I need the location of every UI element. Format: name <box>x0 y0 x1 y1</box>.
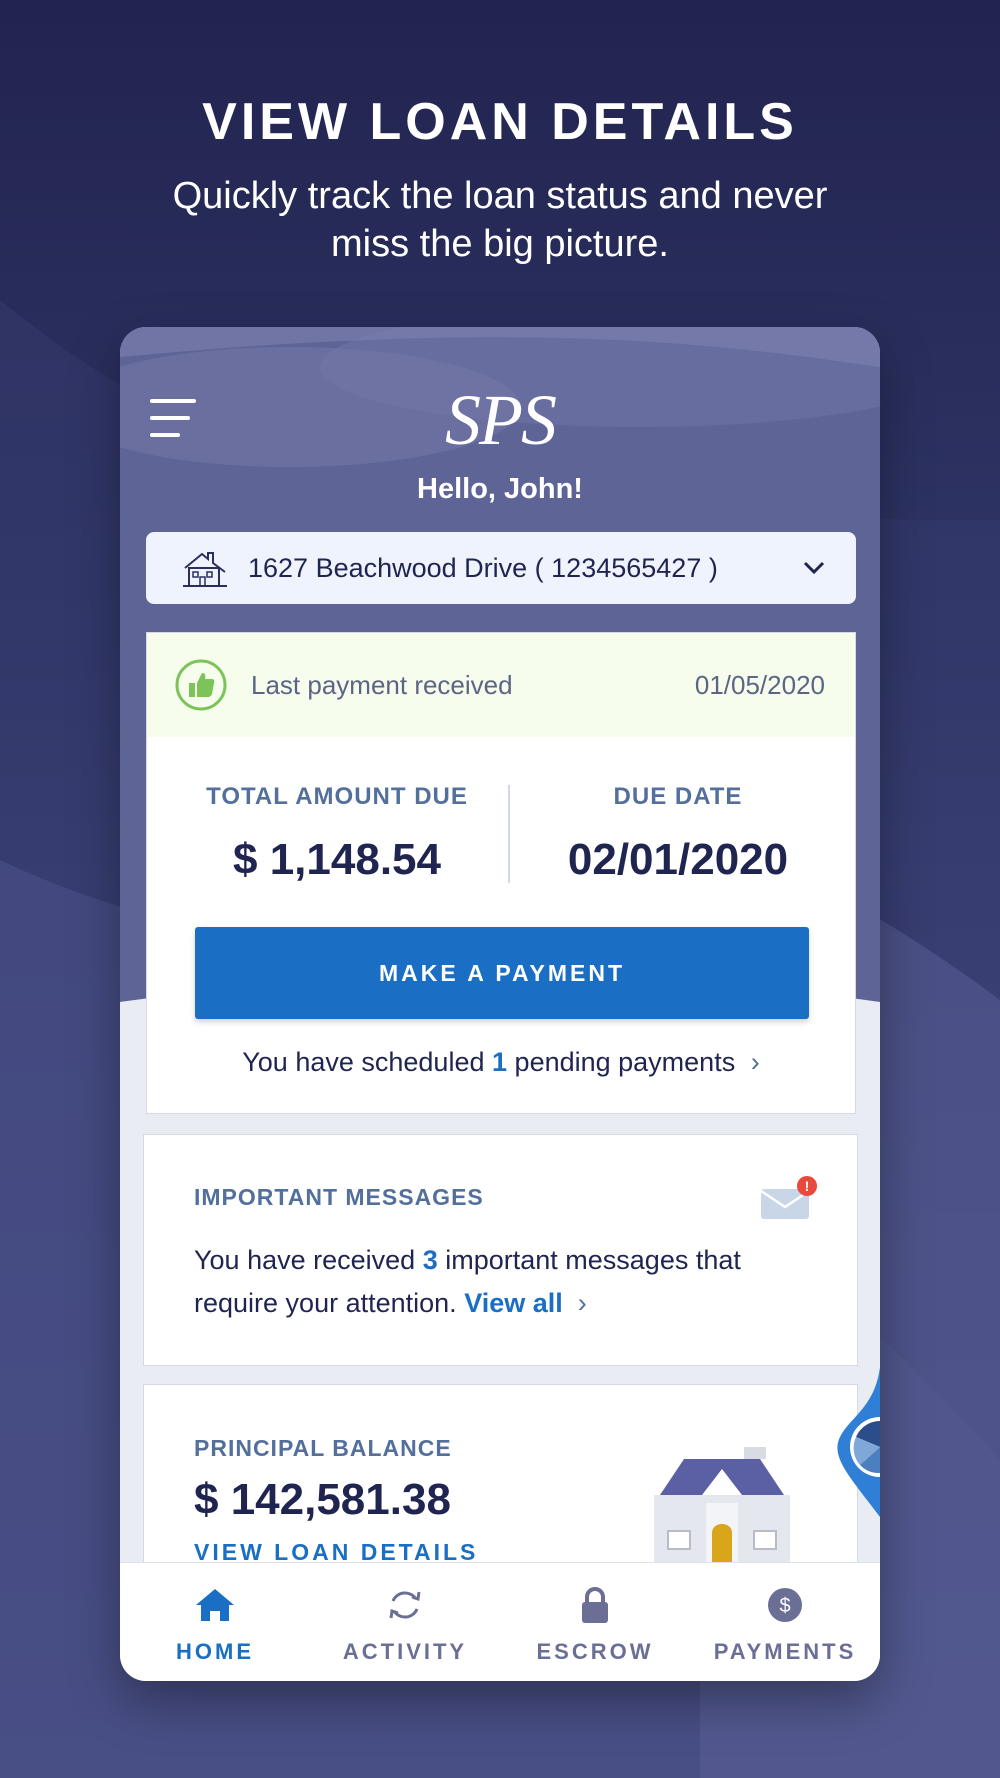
due-divider <box>508 785 510 883</box>
home-icon <box>196 1589 234 1621</box>
chevron-down-icon <box>803 561 825 575</box>
messages-prefix: You have received <box>194 1245 416 1275</box>
balance-value: $ 142,581.38 <box>194 1475 451 1524</box>
phone-screen: SPS Hello, John! 1627 Beachwood Drive ( … <box>120 327 880 1681</box>
total-amount-due: TOTAL AMOUNT DUE $ 1,148.54 <box>177 783 497 885</box>
payment-summary-card: Last payment received 01/05/2020 TOTAL A… <box>146 632 856 1114</box>
nav-home[interactable]: HOME <box>120 1563 310 1681</box>
messages-count: 3 <box>422 1245 438 1275</box>
due-date: DUE DATE 02/01/2020 <box>523 783 833 885</box>
view-all-link[interactable]: View all › <box>464 1288 587 1318</box>
property-selector[interactable]: 1627 Beachwood Drive ( 1234565427 ) <box>146 532 856 604</box>
due-date-label: DUE DATE <box>613 783 743 810</box>
sps-logo: SPS <box>445 380 557 460</box>
due-date-value: 02/01/2020 <box>567 835 789 884</box>
amount-due-value: $ 1,148.54 <box>233 835 441 884</box>
promo-subtitle: Quickly track the loan status and never … <box>172 175 828 265</box>
chevron-right-icon: › <box>577 1288 587 1318</box>
alert-badge: ! <box>805 1178 810 1194</box>
promo-title: VIEW LOAN DETAILS <box>202 93 798 151</box>
nav-activity[interactable]: ACTIVITY <box>310 1563 500 1681</box>
view-all-label: View all <box>464 1288 563 1318</box>
make-payment-button[interactable]: MAKE A PAYMENT <box>195 927 809 1019</box>
envelope-alert-icon[interactable]: ! <box>760 1175 818 1221</box>
pending-prefix: You have scheduled <box>242 1047 485 1077</box>
nav-escrow[interactable]: ESCROW <box>500 1563 690 1681</box>
svg-text:$: $ <box>779 1595 790 1617</box>
nav-payments-label: PAYMENTS <box>713 1639 857 1664</box>
last-payment-banner: Last payment received 01/05/2020 <box>147 633 855 737</box>
chevron-right-icon: › <box>750 1047 760 1077</box>
amount-due-label: TOTAL AMOUNT DUE <box>206 783 468 810</box>
lock-icon <box>582 1587 608 1623</box>
thumbs-up-icon <box>175 659 227 711</box>
bottom-navigation: HOME ACTIVITY ESCROW $ PAYMENTS <box>120 1562 880 1681</box>
messages-text: You have received 3 important messages t… <box>194 1239 794 1325</box>
refresh-icon <box>389 1591 421 1619</box>
nav-escrow-label: ESCROW <box>536 1639 654 1664</box>
dollar-coin-icon: $ <box>768 1588 802 1622</box>
last-payment-label: Last payment received <box>251 669 513 700</box>
house-icon <box>183 552 227 587</box>
principal-balance-card: PRINCIPAL BALANCE $ 142,581.38 VIEW LOAN… <box>143 1384 858 1585</box>
greeting: Hello, John! <box>417 473 583 505</box>
important-messages-card: IMPORTANT MESSAGES ! You have received 3… <box>143 1134 858 1366</box>
balance-title: PRINCIPAL BALANCE <box>194 1435 452 1461</box>
nav-payments[interactable]: $ PAYMENTS <box>690 1563 880 1681</box>
chart-button-icon[interactable] <box>820 1367 880 1517</box>
last-payment-date: 01/05/2020 <box>694 669 825 700</box>
pending-count: 1 <box>492 1047 508 1077</box>
pending-suffix: pending payments <box>514 1047 736 1077</box>
pending-payments-link[interactable]: You have scheduled 1 pending payments › <box>147 1047 855 1078</box>
property-address: 1627 Beachwood Drive ( 1234565427 ) <box>248 552 718 583</box>
nav-activity-label: ACTIVITY <box>342 1639 468 1664</box>
messages-title: IMPORTANT MESSAGES <box>194 1184 484 1210</box>
nav-home-label: HOME <box>176 1639 254 1664</box>
